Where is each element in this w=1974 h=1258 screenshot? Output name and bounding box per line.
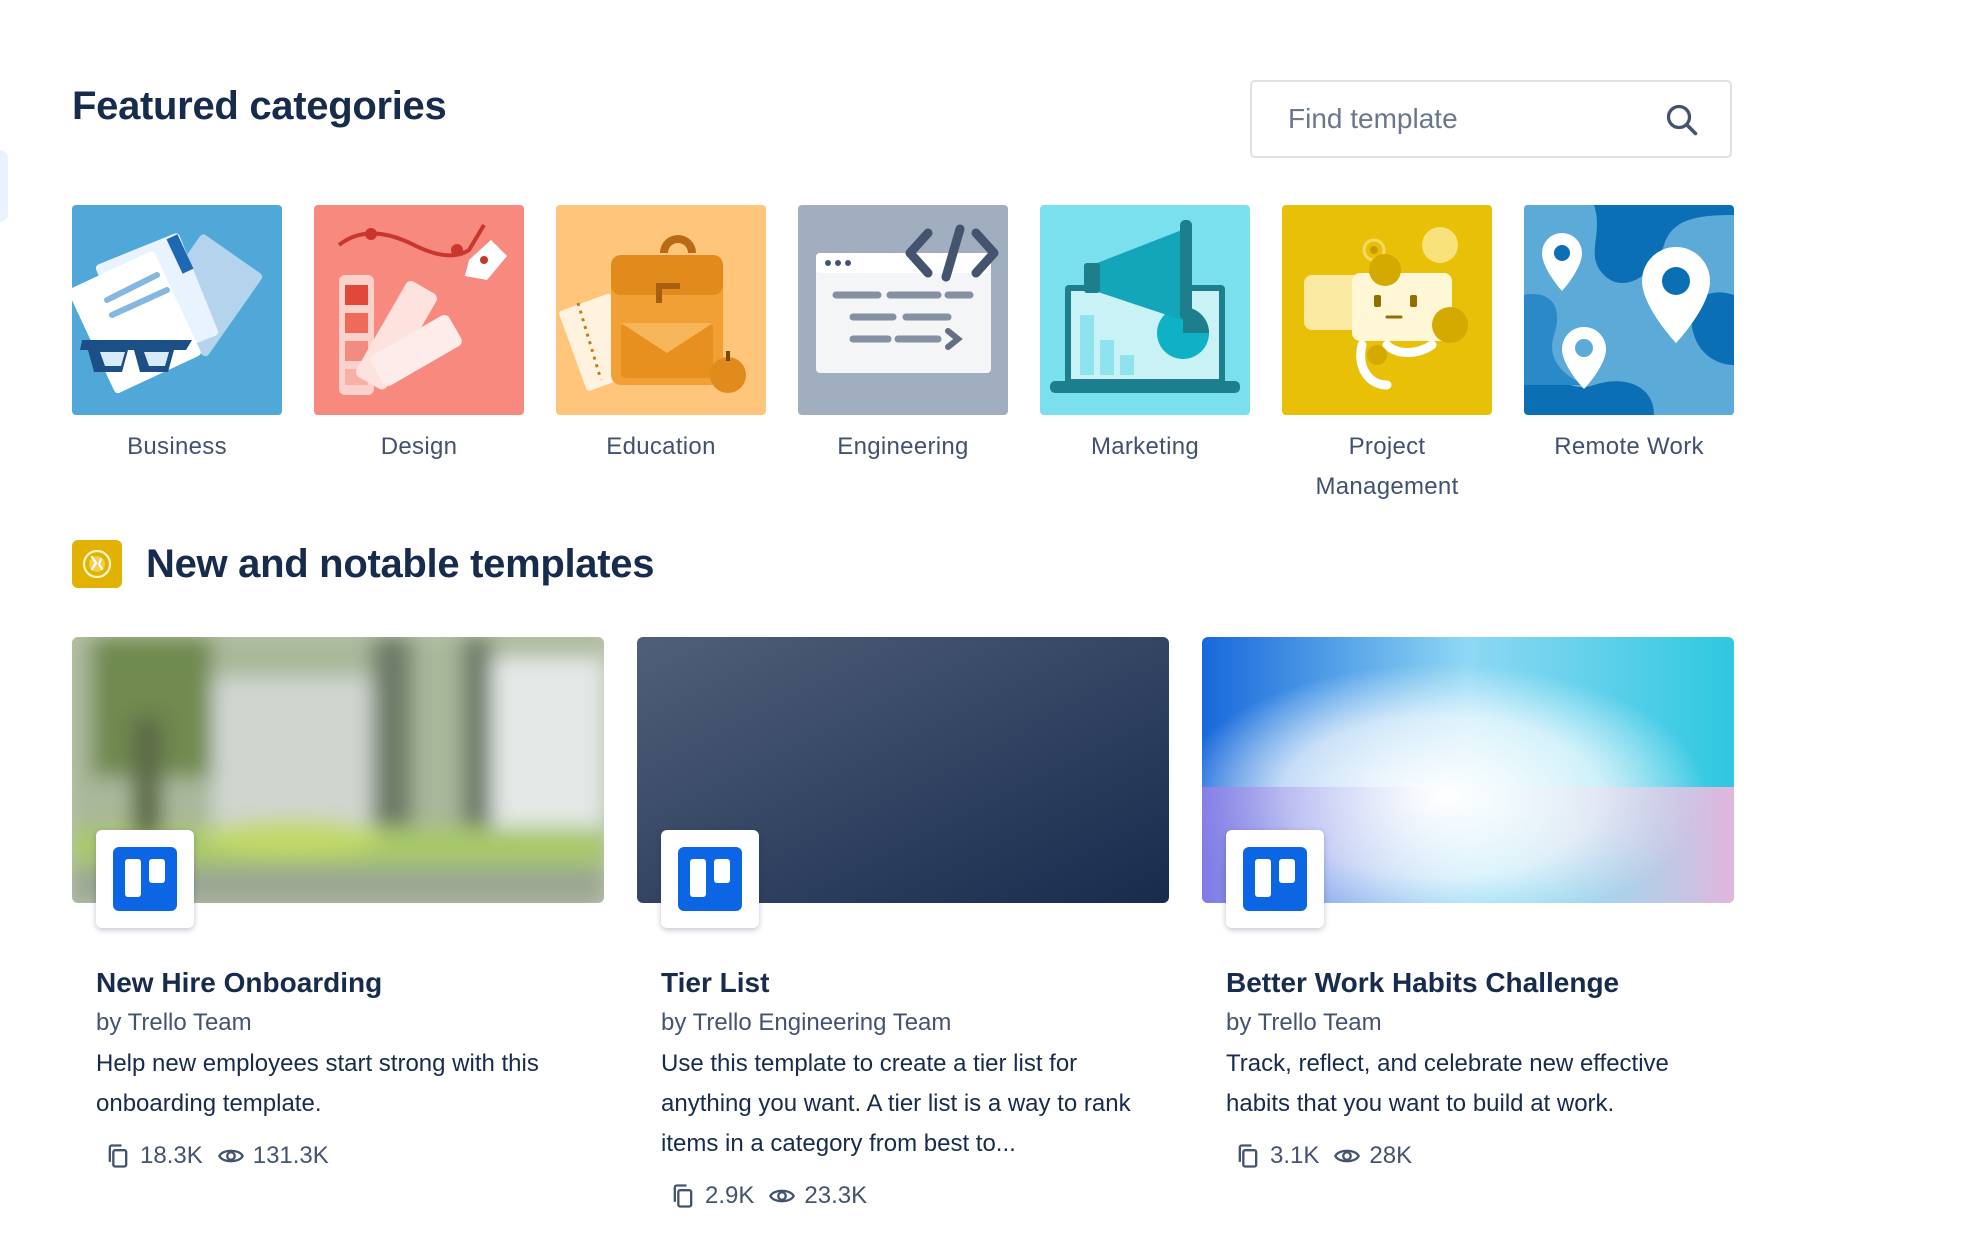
template-card-new-hire-onboarding[interactable]: New Hire Onboarding by Trello Team Help …	[72, 637, 604, 1210]
card-description: Use this template to create a tier list …	[661, 1050, 1131, 1157]
category-business[interactable]: Business	[72, 205, 282, 507]
card-title: Better Work Habits Challenge	[1226, 967, 1620, 998]
card-author: by Trello Team	[1226, 1009, 1382, 1036]
copy-icon	[673, 1184, 693, 1208]
category-label: Project Management	[1315, 433, 1459, 500]
views-stat: 131.3K	[217, 1142, 329, 1170]
category-label: Design	[380, 433, 458, 460]
card-stats: 2.9K 23.3K	[661, 1182, 1169, 1210]
views-count: 23.3K	[804, 1182, 868, 1209]
trello-logo	[1226, 830, 1324, 928]
category-education[interactable]: Education	[556, 205, 766, 507]
card-description: Help new employees start strong with thi…	[96, 1050, 539, 1117]
category-engineering[interactable]: Engineering	[798, 205, 1008, 507]
sparkle-globe-icon	[82, 549, 112, 579]
remote-work-illustration	[1524, 205, 1734, 415]
notable-header: New and notable templates	[72, 540, 654, 588]
category-list: Business Design Education Engineering Ma…	[72, 205, 1734, 507]
template-card-better-work-habits[interactable]: Better Work Habits Challenge by Trello T…	[1202, 637, 1734, 1210]
marketing-illustration	[1040, 205, 1250, 415]
copies-count: 18.3K	[140, 1142, 203, 1169]
copy-icon	[108, 1144, 128, 1168]
copies-stat: 2.9K	[669, 1182, 754, 1210]
notable-templates-heading: New and notable templates	[146, 541, 655, 586]
template-card-tier-list[interactable]: Tier List by Trello Engineering Team Use…	[637, 637, 1169, 1210]
eye-icon	[769, 1189, 796, 1203]
copy-icon	[1238, 1144, 1258, 1168]
side-panel-tab[interactable]	[0, 150, 8, 222]
copies-count: 3.1K	[1270, 1142, 1320, 1169]
category-remote-work[interactable]: Remote Work	[1524, 205, 1734, 507]
design-illustration	[314, 205, 524, 415]
card-description: Track, reflect, and celebrate new effect…	[1226, 1050, 1669, 1117]
category-design[interactable]: Design	[314, 205, 524, 507]
card-author: by Trello Team	[96, 1009, 252, 1036]
eye-icon	[1334, 1149, 1361, 1163]
notable-badge	[72, 540, 122, 588]
category-label: Education	[606, 433, 716, 460]
category-project-management[interactable]: Project Management	[1282, 205, 1492, 507]
engineering-illustration	[798, 205, 1008, 415]
category-label: Engineering	[837, 433, 969, 460]
card-stats: 3.1K 28K	[1226, 1142, 1734, 1170]
views-stat: 23.3K	[768, 1182, 867, 1210]
template-search[interactable]	[1250, 80, 1732, 158]
card-stats: 18.3K 131.3K	[96, 1142, 604, 1170]
category-label: Remote Work	[1554, 433, 1704, 460]
category-label: Business	[127, 433, 227, 460]
business-illustration	[72, 205, 282, 415]
category-label: Marketing	[1090, 433, 1200, 460]
category-marketing[interactable]: Marketing	[1040, 205, 1250, 507]
trello-logo	[96, 830, 194, 928]
card-author: by Trello Engineering Team	[661, 1009, 952, 1036]
views-count: 28K	[1369, 1142, 1413, 1169]
views-stat: 28K	[1333, 1142, 1412, 1170]
card-title: Tier List	[661, 967, 770, 998]
search-icon[interactable]	[1664, 102, 1700, 138]
search-input[interactable]	[1288, 103, 1648, 135]
featured-categories-heading: Featured categories	[72, 84, 447, 128]
views-count: 131.3K	[252, 1142, 329, 1169]
eye-icon	[217, 1149, 244, 1163]
education-illustration	[556, 205, 766, 415]
copies-count: 2.9K	[705, 1182, 755, 1209]
copies-stat: 18.3K	[104, 1142, 203, 1170]
template-card-list: New Hire Onboarding by Trello Team Help …	[72, 637, 1734, 1210]
project-management-illustration	[1282, 205, 1492, 415]
card-title: New Hire Onboarding	[96, 967, 383, 998]
copies-stat: 3.1K	[1234, 1142, 1319, 1170]
trello-logo	[661, 830, 759, 928]
